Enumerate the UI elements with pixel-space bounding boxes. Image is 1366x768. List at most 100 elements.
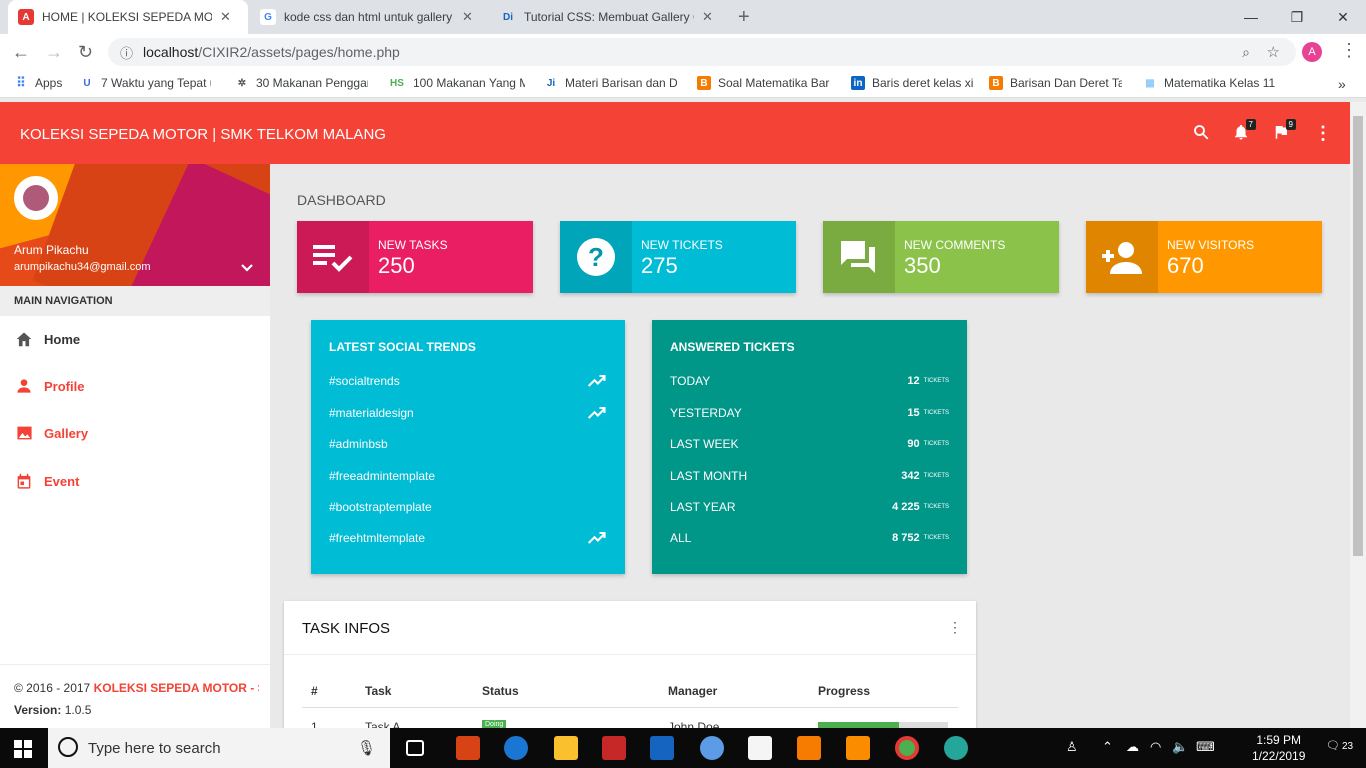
list-item[interactable]: #bootstraptemplate — [329, 497, 432, 517]
list-item[interactable]: #materialdesign — [329, 403, 414, 423]
info-box-new-tickets[interactable]: ? NEW TICKETS 275 — [560, 221, 796, 293]
forward-icon[interactable]: → — [45, 42, 63, 63]
ticket-count: 342 TICKETS — [901, 470, 949, 482]
volume-icon[interactable]: 🔈 — [1172, 739, 1188, 755]
list-item[interactable]: #adminbsb — [329, 434, 388, 454]
bookmarks-more-button[interactable]: » — [1338, 76, 1346, 92]
info-box-new-visitors[interactable]: NEW VISITORS 670 — [1086, 221, 1322, 293]
bookmark-item[interactable]: U7 Waktu yang Tepat u — [80, 76, 211, 90]
browser-menu-icon[interactable]: ⋮ — [1340, 40, 1358, 61]
bookmark-star-icon[interactable]: ☆ — [1267, 43, 1280, 61]
word-icon[interactable] — [650, 736, 674, 760]
edge-icon[interactable] — [504, 736, 528, 760]
scrollbar-thumb[interactable] — [1353, 116, 1363, 556]
info-box-value: 275 — [641, 253, 678, 278]
info-icon[interactable]: ⓘ — [120, 43, 133, 62]
blogger-taskbar-icon[interactable] — [797, 736, 821, 760]
app-icon-red[interactable] — [456, 736, 480, 760]
ticket-period-label: LAST YEAR — [670, 500, 736, 514]
google-favicon-icon: G — [260, 9, 276, 25]
ticket-period-label: LAST MONTH — [670, 469, 748, 483]
close-tab-icon[interactable]: ✕ — [462, 9, 473, 25]
app-icon-atom[interactable] — [944, 736, 968, 760]
browser-tab[interactable]: G kode css dan html untuk gallery ✕ — [250, 0, 490, 34]
new-tab-button[interactable]: + — [738, 6, 750, 29]
info-box-new-tasks[interactable]: NEW TASKS 250 — [297, 221, 533, 293]
footer-brand-link[interactable]: KOLEKSI SEPEDA MOTOR - S... — [94, 681, 259, 695]
bookmark-apps[interactable]: ⠿ Apps — [14, 75, 62, 90]
browser-tab-active[interactable]: A HOME | KOLEKSI SEPEDA MOTOR ✕ — [8, 0, 248, 34]
notifications-icon[interactable]: 7 — [1232, 119, 1256, 146]
ticket-count: 12 TICKETS — [907, 375, 949, 387]
card-title: ANSWERED TICKETS — [670, 340, 795, 354]
list-item[interactable]: #socialtrends — [329, 371, 400, 391]
action-center-icon[interactable]: 🗨 23 — [1326, 739, 1353, 752]
app-icon-globe[interactable] — [700, 736, 724, 760]
chevron-up-icon[interactable]: ⌃ — [1102, 739, 1113, 755]
flag-icon[interactable]: 9 — [1272, 119, 1296, 146]
info-box-value: 350 — [904, 253, 941, 278]
app-icon-book[interactable] — [602, 736, 626, 760]
taskbar-clock[interactable]: 1:59 PM 1/22/2019 — [1252, 732, 1305, 764]
profile-avatar[interactable]: A — [1302, 42, 1322, 62]
search-icon[interactable] — [1192, 123, 1210, 146]
sidebar-item-home[interactable]: Home — [0, 316, 270, 362]
trending-up-icon — [587, 531, 606, 544]
bookmark-item[interactable]: B Barisan Dan Deret Ta — [989, 76, 1122, 90]
notification-count: 23 — [1341, 741, 1354, 752]
footer-version-label: Version: — [14, 703, 65, 717]
clock-date: 1/22/2019 — [1252, 749, 1306, 763]
cloud-icon[interactable]: ☁ — [1126, 739, 1139, 755]
bookmark-item[interactable]: ✲ 30 Makanan Penggar — [235, 76, 368, 90]
taskbar-search-input[interactable]: Type here to search 🎙 — [48, 728, 390, 768]
minimize-button[interactable]: — — [1228, 0, 1274, 34]
more-vert-icon[interactable]: ⋮ — [1314, 123, 1332, 144]
bookmark-item[interactable]: HS 100 Makanan Yang M — [388, 76, 525, 90]
file-explorer-icon[interactable] — [554, 736, 578, 760]
browser-tab[interactable]: Di Tutorial CSS: Membuat Gallery G ✕ — [490, 0, 730, 34]
footer-copyright: © 2016 - 2017 — [14, 681, 94, 695]
bookmark-item[interactable]: ▦ Matematika Kelas 11 — [1143, 76, 1276, 90]
wifi-icon[interactable]: ◠ — [1150, 739, 1161, 755]
info-box-label: NEW TICKETS — [641, 238, 723, 252]
windows-start-icon[interactable] — [14, 740, 32, 763]
bookmark-item[interactable]: in Baris deret kelas xi — [851, 76, 984, 90]
xampp-icon[interactable] — [846, 736, 870, 760]
tab-title: Tutorial CSS: Membuat Gallery G — [524, 10, 694, 24]
chrome-icon[interactable] — [895, 736, 919, 760]
ticket-period-label: LAST WEEK — [670, 437, 739, 451]
back-icon[interactable]: ← — [12, 42, 30, 63]
app-top-bar: KOLEKSI SEPEDA MOTOR | SMK TELKOM MALANG… — [0, 102, 1350, 164]
sidebar-item-profile[interactable]: Profile — [0, 363, 270, 409]
keyboard-icon[interactable]: ⌨ — [1196, 739, 1215, 755]
info-box-new-comments[interactable]: NEW COMMENTS 350 — [823, 221, 1059, 293]
more-vert-icon[interactable]: ⋮ — [948, 619, 962, 636]
chevron-down-icon[interactable] — [240, 262, 254, 276]
reload-icon[interactable]: ↻ — [78, 42, 93, 63]
microphone-icon[interactable]: 🎙 — [357, 739, 376, 757]
sidebar-item-event[interactable]: Event — [0, 458, 270, 504]
column-header: Task — [365, 684, 392, 698]
avatar[interactable] — [14, 176, 58, 220]
bookmark-item[interactable]: B Soal Matematika Bari — [697, 76, 830, 90]
store-icon[interactable] — [748, 736, 772, 760]
task-view-icon[interactable] — [406, 740, 424, 756]
close-tab-icon[interactable]: ✕ — [220, 9, 231, 25]
column-header: Status — [482, 684, 519, 698]
image-icon — [14, 424, 34, 442]
close-window-button[interactable]: ✕ — [1320, 0, 1366, 34]
sidebar-item-gallery[interactable]: Gallery — [0, 410, 270, 456]
list-item[interactable]: #freehtmltemplate — [329, 528, 425, 548]
app-brand[interactable]: KOLEKSI SEPEDA MOTOR | SMK TELKOM MALANG — [20, 126, 386, 143]
people-icon[interactable]: ♙ — [1066, 739, 1078, 755]
address-bar[interactable]: ⓘ localhost/CIXIR2/assets/pages/home.php… — [108, 38, 1296, 66]
answered-tickets-card: ANSWERED TICKETS TODAY 12 TICKETS YESTERD… — [652, 320, 967, 574]
zoom-icon[interactable]: ⌕ — [1242, 44, 1250, 61]
restore-button[interactable]: ❐ — [1274, 0, 1320, 34]
column-header: Progress — [818, 684, 871, 698]
page-scrollbar[interactable] — [1350, 102, 1366, 728]
close-tab-icon[interactable]: ✕ — [702, 9, 713, 25]
browser-toolbar: ← → ↻ ⓘ localhost/CIXIR2/assets/pages/ho… — [0, 34, 1366, 70]
bookmark-item[interactable]: Ji Materi Barisan dan D — [544, 76, 677, 90]
list-item[interactable]: #freeadmintemplate — [329, 466, 435, 486]
